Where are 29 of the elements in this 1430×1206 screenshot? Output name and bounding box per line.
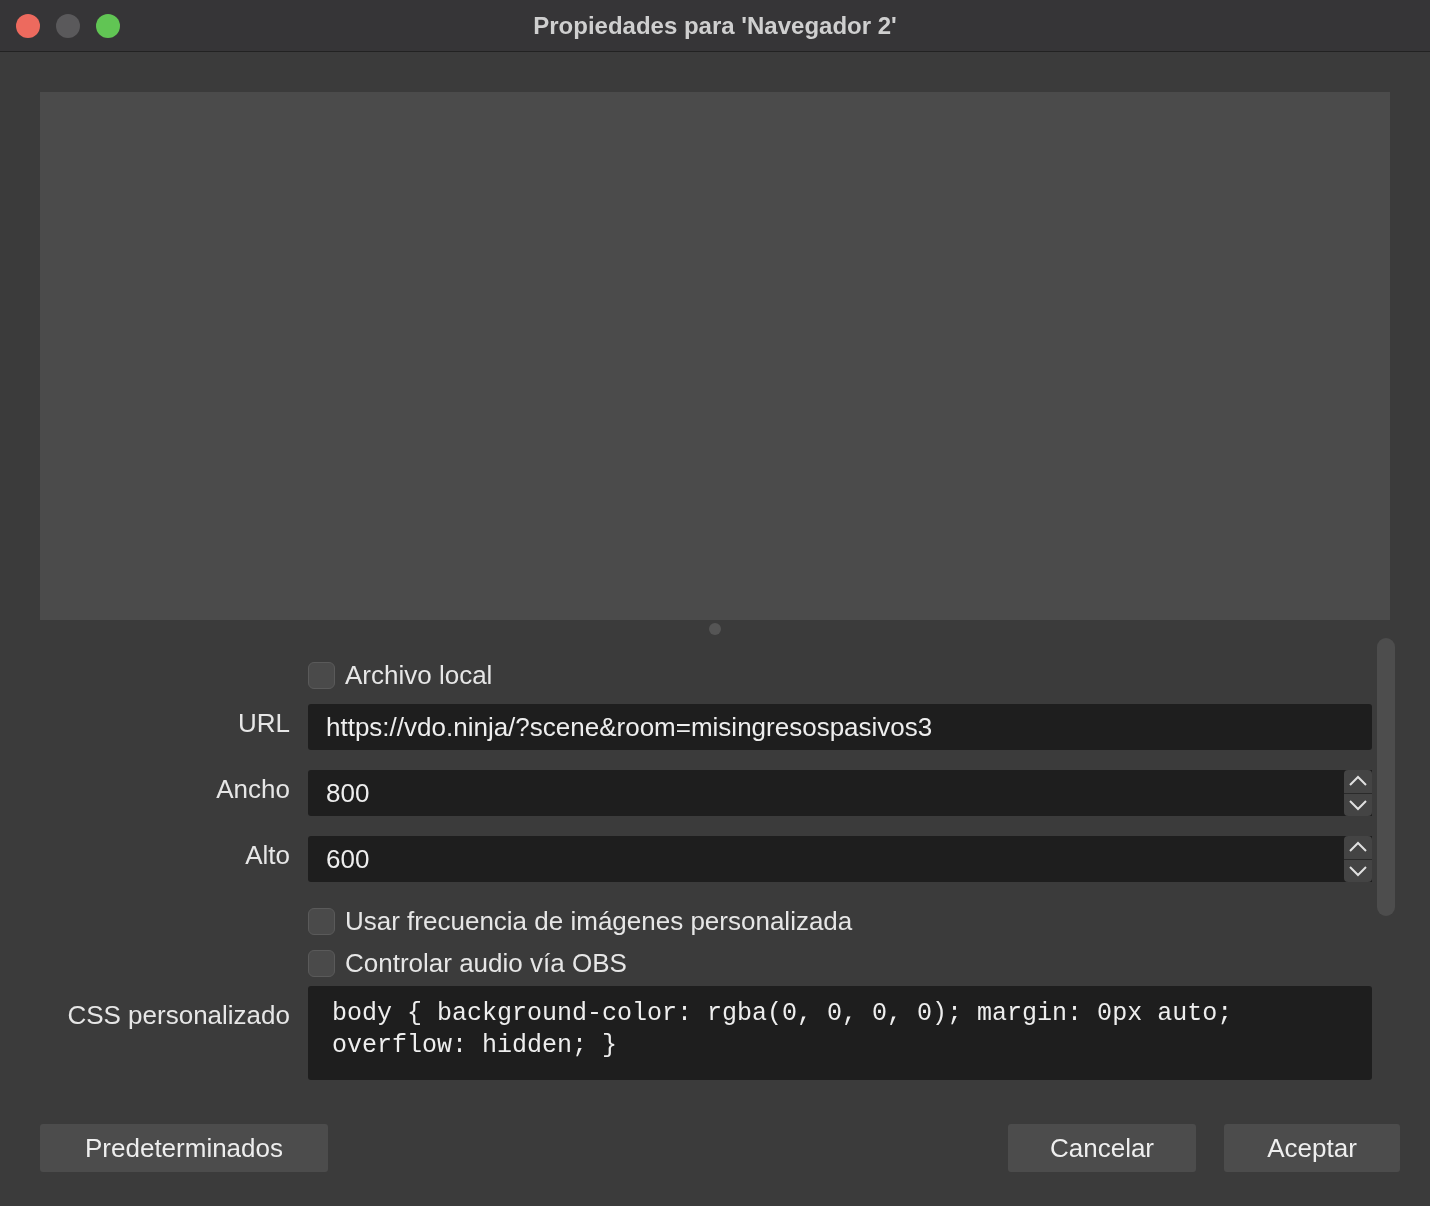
checkbox[interactable]	[308, 950, 335, 977]
chevron-down-icon	[1348, 798, 1368, 811]
splitter-handle[interactable]	[709, 623, 721, 635]
decrement-button[interactable]	[1344, 793, 1372, 816]
number-field[interactable]: 800	[308, 770, 1344, 816]
number-field[interactable]: 600	[308, 836, 1344, 882]
field-label: Alto	[245, 839, 290, 872]
field-label: Ancho	[216, 773, 290, 806]
checkbox[interactable]	[308, 908, 335, 935]
checkbox[interactable]	[308, 662, 335, 689]
decrement-button[interactable]	[1344, 859, 1372, 882]
checkbox-label: Usar frecuencia de imágenes personalizada	[345, 905, 853, 938]
checkbox-label: Archivo local	[345, 659, 493, 692]
increment-button[interactable]	[1344, 770, 1372, 794]
defaults-button[interactable]: Predeterminados	[40, 1124, 328, 1172]
chevron-up-icon	[1348, 775, 1368, 788]
checkbox-label: Controlar audio vía OBS	[345, 947, 627, 980]
close-button[interactable]	[16, 13, 40, 38]
chevron-down-icon	[1348, 864, 1368, 877]
dialog-button[interactable]: Aceptar	[1224, 1124, 1400, 1172]
field-label: CSS personalizado	[67, 999, 290, 1032]
chevron-up-icon	[1348, 841, 1368, 854]
url-field[interactable]: https://vdo.ninja/?scene&room=misingresospasivos3	[308, 704, 1372, 750]
css-text-area[interactable]: body { background-color: rgba(0, 0, 0, 0); margin: 0px auto; overflow: hidden; }	[308, 986, 1372, 1080]
window-title: Propiedades para 'Navegador 2'	[532, 10, 898, 41]
field-label: URL	[238, 707, 290, 740]
increment-button[interactable]	[1344, 836, 1372, 860]
zoom-button[interactable]	[96, 13, 120, 38]
dialog-button[interactable]: Cancelar	[1008, 1124, 1196, 1172]
